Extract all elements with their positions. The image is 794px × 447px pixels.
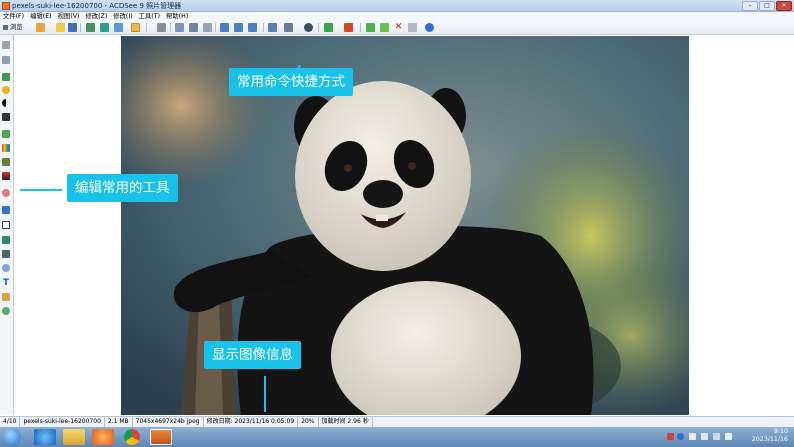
properties-icon[interactable]: [408, 23, 417, 32]
explorer-icon[interactable]: [63, 429, 85, 445]
green-arrow-icon[interactable]: [366, 23, 375, 32]
red-eye-tool-icon[interactable]: [2, 189, 10, 197]
main-toolbar: 浏览 ✕: [0, 21, 794, 35]
tray-help-icon[interactable]: [677, 433, 684, 440]
volume-icon[interactable]: [725, 433, 732, 440]
sharpen-icon[interactable]: [2, 206, 10, 214]
full-screen-icon[interactable]: [189, 23, 198, 32]
print-icon[interactable]: [86, 23, 95, 32]
browse-icon: [3, 24, 8, 30]
toolbar-separator: [318, 23, 319, 32]
tray-icon-3[interactable]: [689, 433, 696, 440]
callout-editing-tools: 编辑常用的工具: [67, 174, 178, 202]
menu-bar: 文件(F) 编辑(E) 视图(V) 修改(Z) 修改(I) 工具(T) 帮助(H…: [0, 12, 794, 21]
status-filename: pexels-suki-lee-16200700: [20, 417, 105, 427]
callout-toolbar-shortcuts: 常用命令快捷方式: [229, 68, 353, 96]
media-player-icon[interactable]: [92, 429, 114, 445]
resize-icon[interactable]: [2, 56, 10, 64]
status-dimensions: 7045x4697x24b jpeg: [133, 417, 204, 427]
toolbar-separator: [263, 23, 264, 32]
gradient-icon[interactable]: [2, 172, 10, 180]
flag-icon[interactable]: [701, 433, 708, 440]
zoom-in-icon[interactable]: [220, 23, 229, 32]
menu-modify-i[interactable]: 修改(I): [110, 12, 135, 21]
brightness-icon[interactable]: [284, 23, 293, 32]
callout-image-info: 显示图像信息: [204, 341, 301, 369]
fit-window-icon[interactable]: [175, 23, 184, 32]
maximize-button[interactable]: □: [759, 1, 775, 11]
actual-size-icon[interactable]: [203, 23, 212, 32]
window-controls: – □ ✕: [742, 1, 792, 11]
clock-date: 2023/11/16: [751, 436, 788, 443]
rotate-icon[interactable]: [36, 23, 45, 32]
arrow-right-icon[interactable]: [380, 23, 389, 32]
paint-bucket-icon[interactable]: [268, 23, 277, 32]
acdsee-app-icon: [2, 2, 10, 10]
zoom-out-icon[interactable]: [234, 23, 243, 32]
network-icon[interactable]: [713, 433, 720, 440]
zoom-icon[interactable]: [157, 23, 166, 32]
ie-icon[interactable]: [34, 429, 56, 445]
red-eye-icon[interactable]: [344, 23, 353, 32]
status-modified: 修改日期: 2023/11/16 0:05:09: [204, 417, 299, 427]
brush-icon[interactable]: [2, 293, 10, 301]
menu-edit[interactable]: 编辑(E): [27, 12, 55, 21]
window-title: pexels-suki-lee-16200700 - ACDSee 9 照片管理…: [12, 2, 182, 10]
clock[interactable]: 9:10 2023/11/16: [752, 428, 788, 444]
browse-label: 浏览: [10, 24, 23, 31]
effects-globe-icon[interactable]: [2, 307, 10, 315]
menu-file[interactable]: 文件(F): [0, 12, 27, 21]
text-icon[interactable]: T: [2, 279, 10, 288]
taskbar: 9:10 2023/11/16: [0, 427, 794, 447]
hand-icon[interactable]: [131, 23, 140, 32]
frame-icon[interactable]: [2, 221, 10, 229]
acdsee-icon[interactable]: [150, 429, 172, 445]
copy-icon[interactable]: [114, 23, 123, 32]
status-load-time: 加载时间 2.96 秒: [319, 417, 373, 427]
open-folder-icon[interactable]: [56, 23, 65, 32]
zoom-dropdown-icon[interactable]: [248, 23, 257, 32]
slideshow-icon[interactable]: [100, 23, 109, 32]
tray-icon-1[interactable]: [667, 433, 674, 440]
close-button[interactable]: ✕: [776, 1, 792, 11]
color-mode-icon[interactable]: [324, 23, 333, 32]
menu-help[interactable]: 帮助(H): [163, 12, 191, 21]
sun-icon[interactable]: [2, 86, 10, 94]
minimize-button[interactable]: –: [742, 1, 758, 11]
photo-fix-icon[interactable]: [2, 236, 10, 244]
toolbar-separator: [146, 23, 147, 32]
color-icon[interactable]: [2, 130, 10, 138]
save-icon[interactable]: [68, 23, 77, 32]
menu-tools[interactable]: 工具(T): [136, 12, 163, 21]
toolbar-separator: [170, 23, 171, 32]
status-position: 4/10: [0, 417, 21, 427]
toolbar-separator: [215, 23, 216, 32]
clock-time: 9:10: [773, 428, 788, 435]
status-filesize: 2.1 MB: [105, 417, 133, 427]
effects-icon[interactable]: [2, 264, 10, 272]
callout-line-info: [264, 376, 266, 412]
menu-view[interactable]: 视图(V): [55, 12, 83, 21]
crop-icon[interactable]: [2, 41, 10, 49]
edit-tools-panel: T: [0, 35, 14, 415]
callout-line-tools: [20, 189, 62, 191]
help-icon[interactable]: [425, 23, 434, 32]
menu-modify-z[interactable]: 修改(Z): [82, 12, 110, 21]
toolbar-separator: [80, 23, 81, 32]
image-icon[interactable]: [2, 73, 10, 81]
start-icon[interactable]: [3, 428, 21, 446]
histogram-icon[interactable]: [2, 144, 10, 152]
layers-icon[interactable]: [2, 158, 10, 166]
toolbar-separator: [360, 23, 361, 32]
contrast-icon[interactable]: [2, 99, 10, 107]
circle-icon[interactable]: [304, 23, 313, 32]
delete-icon[interactable]: ✕: [394, 23, 403, 32]
levels-icon[interactable]: [2, 113, 10, 121]
browse-button[interactable]: 浏览: [3, 23, 23, 32]
title-bar: pexels-suki-lee-16200700 - ACDSee 9 照片管理…: [0, 0, 794, 12]
rotate-tool-icon[interactable]: [2, 250, 10, 258]
chrome-icon[interactable]: [124, 429, 140, 445]
status-zoom: 20%: [298, 417, 319, 427]
status-bar: 4/10 pexels-suki-lee-16200700 2.1 MB 704…: [0, 416, 794, 427]
